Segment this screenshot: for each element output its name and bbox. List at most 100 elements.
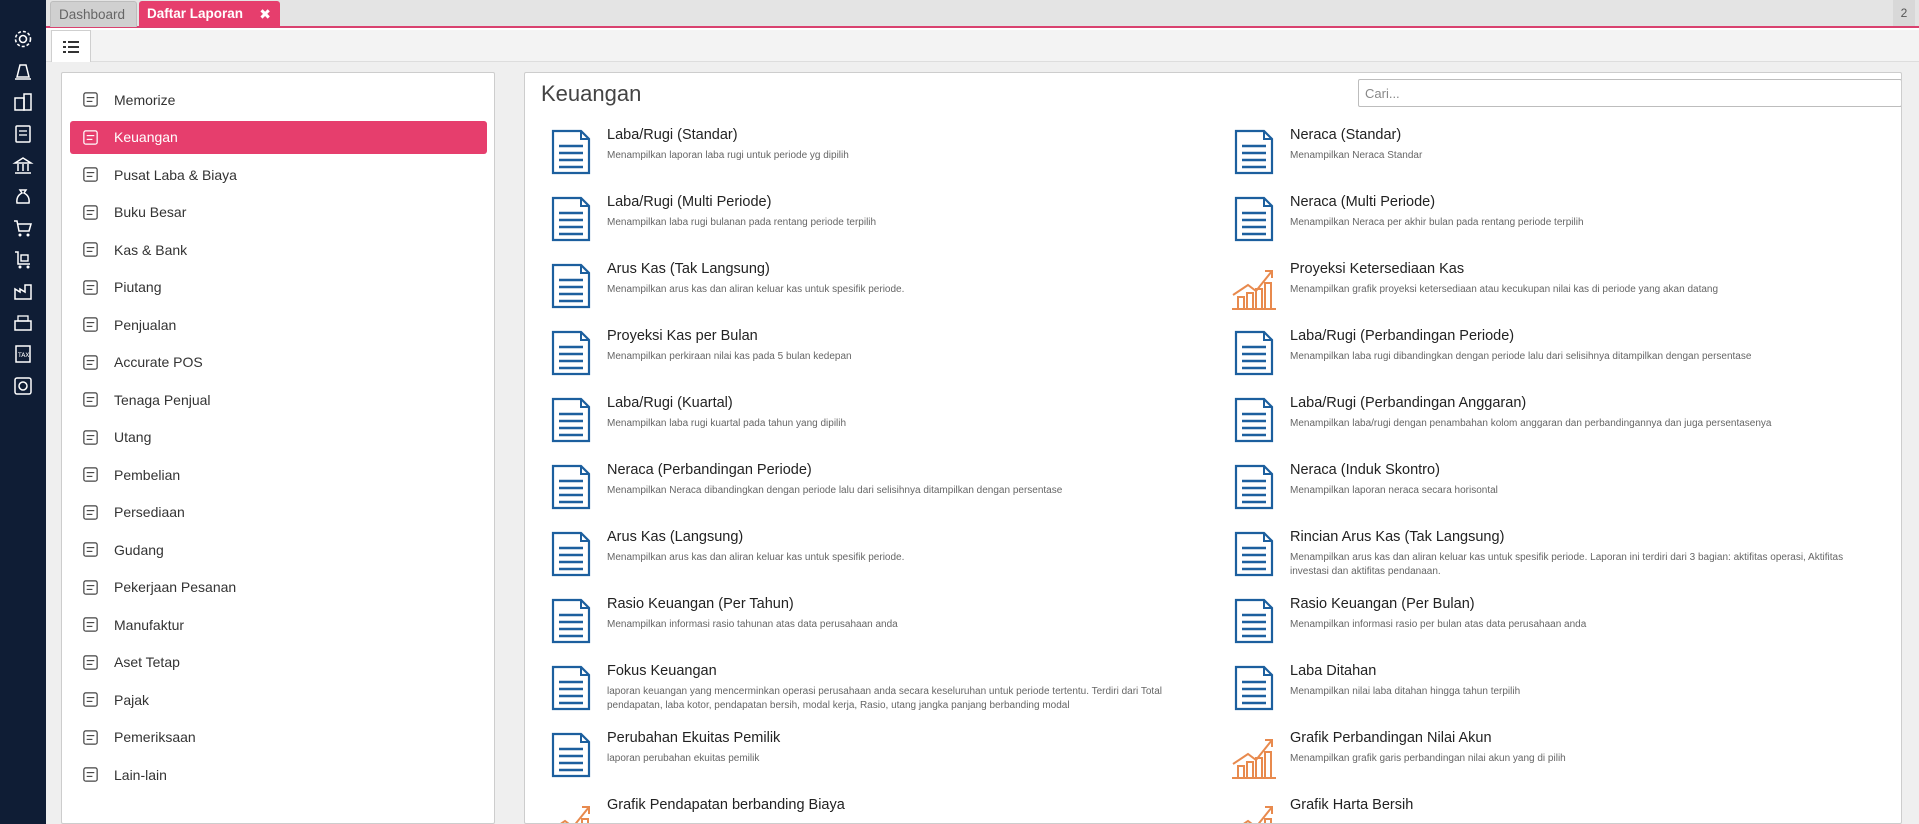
sidebar-item-penjualan[interactable]: Penjualan — [70, 308, 487, 341]
report-item[interactable]: Neraca (Perbandingan Periode) Menampilkan… — [547, 460, 1207, 524]
sidebar-item-label: Buku Besar — [114, 204, 187, 220]
document-icon — [1230, 462, 1278, 512]
sidebar-item-persediaan[interactable]: Persediaan — [70, 496, 487, 529]
sidebar-item-label: Tenaga Penjual — [114, 391, 211, 408]
report-icon[interactable] — [12, 375, 34, 397]
report-item[interactable]: Grafik Harta Bersih — [1230, 795, 1890, 823]
sidebar-item-label: Pemeriksaan — [114, 729, 196, 745]
factory-icon[interactable] — [12, 280, 34, 302]
report-item[interactable]: Neraca (Induk Skontro) Menampilkan lapora… — [1230, 460, 1890, 524]
report-item[interactable]: Rasio Keuangan (Per Tahun) Menampilkan in… — [547, 594, 1207, 658]
report-item[interactable]: Neraca (Multi Periode) Menampilkan Neraca… — [1230, 192, 1890, 256]
report-title: Laba/Rugi (Perbandingan Anggaran) — [1290, 395, 1527, 411]
report-item[interactable]: Perubahan Ekuitas Pemilik laporan perubah… — [547, 728, 1207, 792]
document-icon — [547, 730, 595, 780]
chart-icon — [1230, 797, 1278, 823]
tab-daftar-laporan[interactable]: Daftar Laporan ✖ — [139, 1, 280, 27]
report-item[interactable]: Laba/Rugi (Kuartal) Menampilkan laba rugi… — [547, 393, 1207, 457]
report-item[interactable]: Rincian Arus Kas (Tak Langsung) Menampilk… — [1230, 527, 1890, 591]
sidebar-item-lain-lain[interactable]: Lain-lain — [70, 758, 487, 791]
report-item[interactable]: Grafik Perbandingan Nilai Akun Menampilka… — [1230, 728, 1890, 792]
report-item[interactable]: Arus Kas (Tak Langsung) Menampilkan arus … — [547, 259, 1207, 323]
document-icon — [1230, 529, 1278, 579]
sidebar-item-aset-tetap[interactable]: Aset Tetap — [70, 646, 487, 679]
tab-dashboard[interactable]: Dashboard — [50, 1, 137, 27]
pos-icon[interactable] — [12, 60, 34, 82]
bank-icon[interactable] — [12, 154, 34, 176]
report-title: Arus Kas (Langsung) — [607, 529, 744, 545]
tax-icon — [80, 690, 100, 710]
purchase-icon — [80, 465, 100, 485]
report-item[interactable]: Fokus Keuangan laporan keuangan yang menc… — [547, 661, 1207, 725]
money-bag-icon[interactable] — [12, 186, 34, 208]
report-title: Neraca (Induk Skontro) — [1290, 462, 1440, 478]
sidebar-item-memorize[interactable]: Memorize — [70, 83, 487, 116]
sidebar-item-accurate-pos[interactable]: Accurate POS — [70, 346, 487, 379]
document-icon — [547, 663, 595, 713]
report-title: Laba Ditahan — [1290, 663, 1377, 679]
cash-register-icon[interactable] — [12, 312, 34, 334]
report-item[interactable]: Grafik Pendapatan berbanding Biaya — [547, 795, 1207, 823]
report-item[interactable]: Laba/Rugi (Perbandingan Periode) Menampil… — [1230, 326, 1890, 390]
sidebar-item-gudang[interactable]: Gudang — [70, 533, 487, 566]
sidebar-item-kas-bank[interactable]: Kas & Bank — [70, 233, 487, 266]
report-item[interactable]: Arus Kas (Langsung) Menampilkan arus kas … — [547, 527, 1207, 591]
close-icon[interactable]: ✖ — [259, 1, 271, 27]
pos-icon — [80, 352, 100, 372]
sidebar-item-manufaktur[interactable]: Manufaktur — [70, 608, 487, 641]
document-icon — [1230, 596, 1278, 646]
report-item[interactable]: Laba/Rugi (Perbandingan Anggaran) Menampi… — [1230, 393, 1890, 457]
sidebar-item-piutang[interactable]: Piutang — [70, 271, 487, 304]
purchase-cart-icon[interactable] — [12, 249, 34, 271]
search-input[interactable] — [1358, 79, 1901, 107]
report-description: Menampilkan arus kas dan aliran keluar k… — [607, 552, 905, 563]
sidebar-item-label: Lain-lain — [114, 766, 167, 783]
sidebar-item-label: Accurate POS — [114, 354, 203, 370]
report-description: Menampilkan informasi rasio tahunan atas… — [607, 619, 898, 630]
sidebar-item-pemeriksaan[interactable]: Pemeriksaan — [70, 721, 487, 754]
report-item[interactable]: Rasio Keuangan (Per Bulan) Menampilkan in… — [1230, 594, 1890, 658]
report-item[interactable]: Laba/Rugi (Standar) Menampilkan laporan l… — [547, 125, 1207, 189]
report-item[interactable]: Proyeksi Kas per Bulan Menampilkan perkir… — [547, 326, 1207, 390]
sidebar-item-label: Persediaan — [114, 504, 185, 520]
sidebar-item-tenaga-penjual[interactable]: Tenaga Penjual — [70, 383, 487, 416]
report-description: Menampilkan perkiraan nilai kas pada 5 b… — [607, 351, 852, 362]
report-title: Neraca (Perbandingan Periode) — [607, 462, 812, 478]
sidebar-item-label: Manufaktur — [114, 616, 185, 633]
sidebar-item-label: Pajak — [114, 691, 150, 708]
sidebar-item-keuangan[interactable]: Keuangan — [70, 120, 487, 154]
tax-icon[interactable]: TAX — [12, 343, 34, 365]
sidebar-item-buku-besar[interactable]: Buku Besar — [70, 196, 487, 229]
chart-icon — [1230, 730, 1278, 780]
sidebar-item-pusat-laba-biaya[interactable]: Pusat Laba & Biaya — [70, 158, 487, 191]
sidebar-item-pekerjaan-pesanan[interactable]: Pekerjaan Pesanan — [70, 571, 487, 604]
audit-icon — [80, 727, 100, 747]
report-title: Proyeksi Kas per Bulan — [607, 328, 758, 344]
building-icon[interactable] — [12, 91, 34, 113]
app-nav-bar: TAX — [0, 0, 46, 824]
sidebar-item-label: Memorize — [114, 91, 176, 108]
chart-icon — [547, 797, 595, 823]
list-icon — [63, 40, 79, 53]
toolbar — [46, 30, 1919, 62]
report-description: Menampilkan informasi rasio per bulan at… — [1290, 619, 1587, 630]
document-icon — [547, 194, 595, 244]
cart-icon[interactable] — [12, 217, 34, 239]
report-item[interactable]: Laba Ditahan Menampilkan nilai laba ditah… — [1230, 661, 1890, 725]
report-title: Rasio Keuangan (Per Tahun) — [607, 596, 794, 612]
report-item[interactable]: Laba/Rugi (Multi Periode) Menampilkan lab… — [547, 192, 1207, 256]
report-title: Arus Kas (Tak Langsung) — [607, 261, 770, 277]
save-icon — [80, 90, 100, 110]
ledger-icon[interactable] — [12, 123, 34, 145]
report-item[interactable]: Proyeksi Ketersediaan Kas Menampilkan gra… — [1230, 259, 1890, 323]
report-title: Perubahan Ekuitas Pemilik — [607, 730, 781, 746]
payable-icon — [80, 427, 100, 447]
list-view-button[interactable] — [51, 30, 91, 62]
sidebar-item-utang[interactable]: Utang — [70, 421, 487, 454]
document-icon — [547, 462, 595, 512]
sidebar-item-pembelian[interactable]: Pembelian — [70, 458, 487, 491]
tab-count-badge[interactable]: 2 — [1893, 0, 1915, 26]
sidebar-item-pajak[interactable]: Pajak — [70, 683, 487, 716]
report-item[interactable]: Neraca (Standar) Menampilkan Neraca Stand… — [1230, 125, 1890, 189]
gear-icon[interactable] — [12, 28, 34, 50]
